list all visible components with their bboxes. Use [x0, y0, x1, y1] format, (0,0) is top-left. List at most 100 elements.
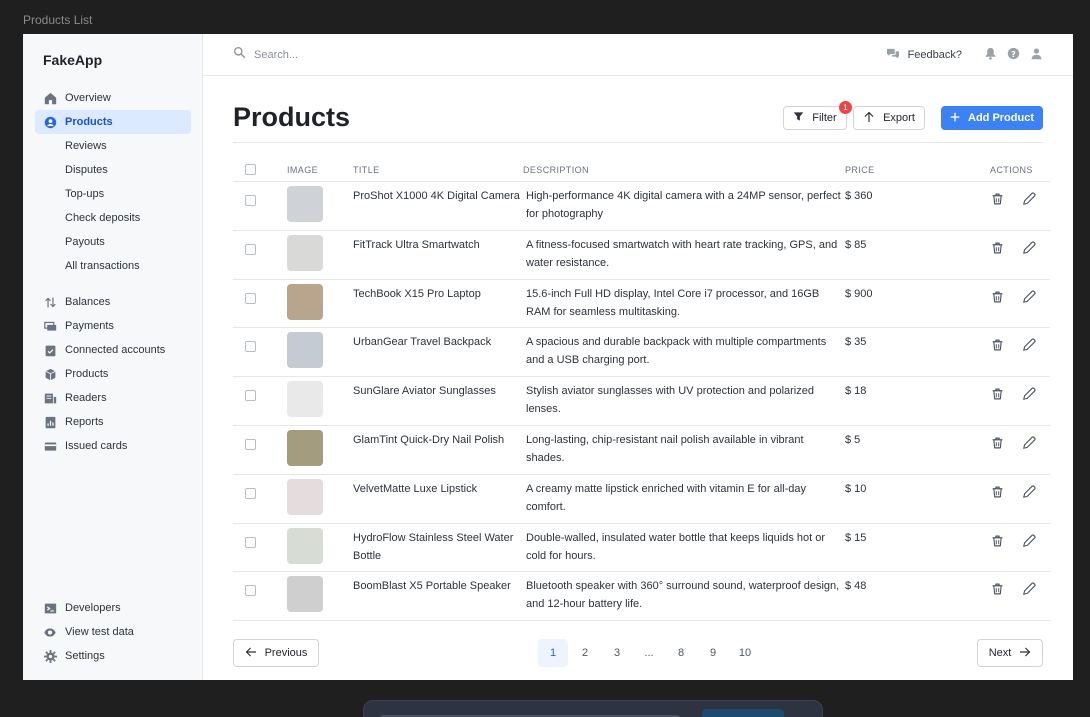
- sidebar-item-products[interactable]: Products: [35, 110, 191, 134]
- next-label: Next: [988, 647, 1012, 659]
- sidebar-item-all-transactions[interactable]: All transactions: [35, 254, 191, 278]
- sidebar-item-label: Top-ups: [65, 188, 105, 200]
- sidebar-item-balances[interactable]: Balances: [35, 290, 191, 314]
- feedback-button[interactable]: Feedback?: [886, 48, 962, 63]
- pencil-icon[interactable]: [1022, 582, 1036, 620]
- trash-icon[interactable]: [991, 192, 1004, 230]
- product-thumbnail: [287, 429, 323, 466]
- topbar: Feedback? ?: [203, 34, 1073, 76]
- trash-icon[interactable]: [991, 485, 1004, 523]
- row-select-cell: [233, 231, 287, 279]
- row-checkbox[interactable]: [245, 243, 256, 255]
- sidebar-item-payouts[interactable]: Payouts: [35, 230, 191, 254]
- trash-icon[interactable]: [991, 338, 1004, 376]
- add-product-button[interactable]: Add Product: [941, 106, 1043, 130]
- eye-icon: [43, 625, 57, 639]
- trash-icon[interactable]: [991, 290, 1004, 328]
- pencil-icon[interactable]: [1022, 289, 1036, 328]
- export-button[interactable]: Export: [853, 106, 925, 130]
- header-price: PRICE: [845, 164, 875, 175]
- user-circle-icon: [43, 115, 57, 129]
- table-row: FitTrack Ultra Smartwatch A fitness-focus…: [233, 231, 1050, 280]
- trash-icon[interactable]: [991, 582, 1004, 620]
- row-checkbox[interactable]: [245, 585, 256, 597]
- trash-icon[interactable]: [991, 436, 1004, 474]
- price-cell: $ 18: [845, 385, 867, 398]
- sidebar-item-settings[interactable]: Settings: [35, 644, 191, 668]
- header-title: TITLE: [353, 164, 380, 175]
- sidebar-item-payments[interactable]: Payments: [35, 314, 191, 338]
- sidebar-item-connected-accounts[interactable]: Connected accounts: [35, 338, 191, 362]
- pencil-icon[interactable]: [1022, 192, 1036, 230]
- title-cell: TechBook X15 Pro Laptop: [353, 287, 481, 300]
- filter-button[interactable]: Filter 1: [783, 101, 852, 130]
- actions-cell: [975, 475, 1050, 523]
- page-number[interactable]: 3: [602, 639, 632, 667]
- sidebar-item-view-test-data[interactable]: View test data: [35, 620, 191, 644]
- search-icon: [233, 46, 246, 64]
- page-number[interactable]: 2: [570, 639, 600, 667]
- trash-icon[interactable]: [991, 387, 1004, 425]
- sidebar-item-label: Issued cards: [65, 440, 128, 452]
- bell-icon[interactable]: [984, 47, 997, 63]
- toast-action-button[interactable]: [702, 709, 784, 717]
- page-number[interactable]: 10: [730, 639, 760, 667]
- page-number[interactable]: 8: [666, 639, 696, 667]
- image-cell: [287, 475, 353, 523]
- sidebar-item-overview[interactable]: Overview: [35, 86, 191, 110]
- arrow-up-icon: [863, 111, 875, 126]
- trash-icon[interactable]: [991, 534, 1004, 572]
- sidebar-item-disputes[interactable]: Disputes: [35, 158, 191, 182]
- page-number[interactable]: 1: [538, 639, 568, 667]
- title-cell: HydroFlow Stainless Steel Water Bottle: [353, 531, 514, 562]
- sidebar-item-reviews[interactable]: Reviews: [35, 134, 191, 158]
- select-all-checkbox[interactable]: [245, 164, 256, 175]
- sidebar-item-issued-cards[interactable]: Issued cards: [35, 434, 191, 458]
- row-select-cell: [233, 182, 287, 230]
- price-cell: $ 10: [845, 482, 867, 495]
- row-checkbox[interactable]: [245, 536, 256, 548]
- pencil-icon[interactable]: [1022, 387, 1036, 425]
- row-checkbox[interactable]: [245, 487, 256, 499]
- actions-cell: [975, 231, 1050, 279]
- product-thumbnail: [287, 576, 323, 613]
- cube-icon: [43, 367, 57, 381]
- header-image: IMAGE: [287, 164, 319, 175]
- pencil-icon[interactable]: [1022, 241, 1036, 279]
- image-cell: [287, 328, 353, 376]
- home-icon: [43, 91, 57, 105]
- actions-cell: [975, 524, 1050, 572]
- sidebar-item-check-deposits[interactable]: Check deposits: [35, 206, 191, 230]
- row-checkbox[interactable]: [245, 195, 256, 206]
- next-button[interactable]: Next: [977, 639, 1043, 667]
- sidebar-item-reports[interactable]: Reports: [35, 410, 191, 434]
- row-checkbox[interactable]: [245, 292, 256, 304]
- sidebar-item-label: Payouts: [65, 236, 105, 248]
- sidebar-item-label: All transactions: [65, 260, 140, 272]
- svg-text:?: ?: [1011, 49, 1016, 59]
- user-icon[interactable]: [1030, 47, 1043, 63]
- price-cell: $ 85: [845, 238, 867, 251]
- pencil-icon[interactable]: [1022, 436, 1036, 474]
- pencil-icon[interactable]: [1022, 485, 1036, 523]
- help-icon[interactable]: ?: [1007, 47, 1020, 63]
- search-input[interactable]: [254, 48, 454, 61]
- sidebar-item-readers[interactable]: Readers: [35, 386, 191, 410]
- sidebar-item-top-ups[interactable]: Top-ups: [35, 182, 191, 206]
- pencil-icon[interactable]: [1022, 533, 1036, 572]
- page-number[interactable]: 9: [698, 639, 728, 667]
- row-checkbox[interactable]: [245, 341, 256, 353]
- sidebar-item-products[interactable]: Products: [35, 362, 191, 386]
- sidebar-item-developers[interactable]: Developers: [35, 596, 191, 620]
- pencil-icon[interactable]: [1022, 338, 1036, 376]
- trash-icon[interactable]: [991, 241, 1004, 279]
- topbar-actions: Feedback? ?: [886, 34, 1043, 76]
- actions-cell: [975, 280, 1050, 328]
- description-cell: High-performance 4K digital camera with …: [526, 190, 841, 220]
- row-checkbox[interactable]: [245, 438, 256, 450]
- previous-button[interactable]: Previous: [233, 639, 319, 667]
- sidebar-item-label: Settings: [65, 650, 105, 662]
- row-checkbox[interactable]: [245, 390, 256, 402]
- table-row: SunGlare Aviator Sunglasses Stylish aviat…: [233, 377, 1050, 426]
- app-window: FakeApp Overview Products Reviews Disputes T…: [23, 34, 1073, 680]
